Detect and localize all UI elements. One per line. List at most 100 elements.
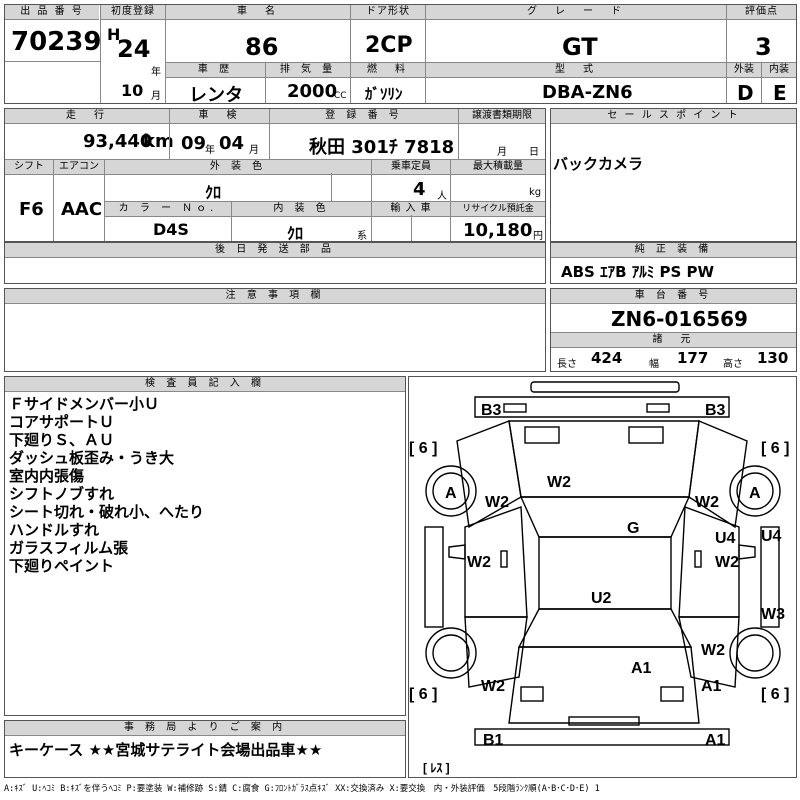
ext-color: ｸﾛ: [205, 183, 222, 202]
taillight-right: [660, 686, 684, 702]
grade: GT: [562, 33, 598, 61]
windshield: [519, 496, 691, 538]
equipment-list: ABS ｴｱB ｱﾙﾐ PS PW: [561, 263, 715, 281]
ac: AAC: [61, 199, 103, 220]
fuel: ｶﾞｿﾘﾝ: [365, 85, 403, 103]
inspector-note: シート切れ・破れ小、へたり: [9, 503, 205, 521]
mark-w2-fender-right: W2: [695, 494, 719, 511]
chassis-number: ZN6-016569: [611, 307, 748, 331]
inspector-note: ガラスフィルム張: [9, 539, 129, 557]
mirror-right: [738, 544, 756, 560]
front-bumper: [474, 396, 730, 418]
legend: A:ｷｽﾞ U:ﾍｺﾐ B:ｷｽﾞを伴うﾍｺﾐ P:要塗装 W:補修跡 S:錆 …: [4, 784, 600, 794]
recycle-unit: 円: [533, 231, 543, 242]
history: レンタ: [189, 85, 243, 106]
exterior-label: 外装: [727, 63, 761, 78]
first-reg-label: 初度登録: [101, 5, 165, 20]
mark-glass-front-right: [ 6 ]: [761, 440, 789, 457]
color-no-label: カ ラ ー Ｎｏ.: [105, 202, 231, 217]
displacement-unit: CC: [334, 91, 347, 101]
front-foglight-left: [503, 403, 527, 413]
inspector-note: ハンドルすれ: [9, 521, 100, 539]
mark-w2-door-left: W2: [467, 554, 491, 571]
inspector-note: 下廻りＳ、ＡＵ: [9, 431, 115, 449]
mark-glass-rear-right: [ 6 ]: [761, 686, 789, 703]
inspection-year: 09: [181, 133, 207, 154]
trunk: [508, 646, 700, 724]
height: 130: [757, 349, 789, 367]
grade-label: グ レ ー ド: [426, 5, 726, 20]
load-label: 最大積載量: [451, 160, 545, 175]
capacity-unit: 人: [437, 191, 447, 202]
capacity: 4: [413, 179, 426, 200]
length: 424: [591, 349, 623, 367]
transfer-month-unit: 月: [497, 147, 507, 158]
score-label: 評価点: [727, 5, 796, 20]
mileage-label: 走 行: [5, 109, 169, 124]
ac-label: エアコン: [54, 160, 104, 175]
int-color-unit: 系: [357, 231, 367, 242]
inspector-notes-list: Ｆサイドメンバー小Ｕ コアサポートＵ 下廻りＳ、ＡＵ ダッシュ板歪み・うき大 室…: [9, 395, 204, 575]
int-color-label: 内 装 色: [232, 202, 371, 217]
car-name-label: 車 名: [166, 5, 350, 20]
mark-w2-fender-left: W2: [485, 494, 509, 511]
spec-panel: 走 行 93,440 km 車 検 09 年 04 月 登 録 番 号 秋田 3…: [4, 108, 546, 243]
int-color: ｸﾛ: [287, 224, 304, 243]
door-handle-right: [694, 550, 702, 568]
office-panel: 事 務 局 よ り ご 案 内 キーケース ★★宮城サテライト会場出品車★★: [4, 720, 406, 778]
caution-label: 注 意 事 項 欄: [5, 289, 545, 304]
inspector-note: ダッシュ板歪み・うき大: [9, 449, 175, 467]
taillight-left: [520, 686, 544, 702]
mark-glass-front-left: [ 6 ]: [409, 440, 437, 457]
mark-b3-right: B3: [705, 402, 726, 419]
damage-diagram-panel: B3 B3 [ 6 ] [ 6 ] A A W2 W2 W2 G U4 U4 W…: [408, 376, 797, 778]
recycle-fee: 10,180: [463, 220, 533, 241]
mark-w3: W3: [761, 606, 785, 623]
car-name: 86: [245, 33, 279, 61]
registration-label: 登 録 番 号: [270, 109, 458, 124]
inspection-label: 車 検: [170, 109, 269, 124]
length-label: 長さ: [557, 359, 577, 370]
mark-w2-door-right: W2: [715, 554, 739, 571]
equipment-panel: 純 正 装 備 ABS ｴｱB ｱﾙﾐ PS PW: [550, 242, 797, 284]
lot-number: 70239: [11, 27, 102, 57]
inspector-note: 下廻りペイント: [9, 557, 115, 575]
wheel-rear-right-inner: [736, 634, 774, 672]
caution-panel: 注 意 事 項 欄: [4, 288, 546, 372]
door-handle-left: [500, 550, 508, 568]
model: DBA-ZN6: [542, 82, 633, 103]
front-foglight-right: [646, 403, 670, 413]
inspector-label: 検 査 員 記 入 欄: [5, 377, 405, 392]
transfer-label: 譲渡書類期限: [459, 109, 545, 124]
mark-rear-glass: [ ﾚｽ ]: [423, 761, 450, 775]
load-unit: kg: [529, 187, 542, 198]
mark-w2-quarter-right: W2: [701, 642, 725, 659]
recycle-label: リサイクル預託金: [451, 202, 545, 217]
inspector-note: コアサポートＵ: [9, 413, 115, 431]
mark-a1-trunk: A1: [631, 660, 652, 677]
header-panel: 出 品 番 号 70239 初度登録 H 24 年 10 月 車 名 86 ドア…: [4, 4, 797, 106]
inspector-note: Ｆサイドメンバー小Ｕ: [9, 395, 160, 413]
mark-a-front-left: A: [445, 485, 457, 502]
height-label: 高さ: [723, 359, 743, 370]
mark-a1-quarter-right: A1: [701, 678, 722, 695]
inspector-note: シフトノブすれ: [9, 485, 115, 503]
later-parts-label: 後 日 発 送 部 品: [5, 243, 545, 258]
lot-label: 出 品 番 号: [5, 5, 99, 20]
car-diagram: B3 B3 [ 6 ] [ 6 ] A A W2 W2 W2 G U4 U4 W…: [409, 381, 789, 775]
inspection-year-unit: 年: [205, 145, 215, 156]
mark-a-front-right: A: [749, 485, 761, 502]
office-note: キーケース ★★宮城サテライト会場出品車★★: [9, 741, 323, 759]
later-parts-panel: 後 日 発 送 部 品: [4, 242, 546, 284]
headlight-left: [524, 426, 560, 444]
model-label: 型 式: [426, 63, 726, 78]
door-type: 2CP: [365, 33, 413, 58]
exterior-grade: D: [737, 81, 754, 105]
office-label: 事 務 局 よ り ご 案 内: [5, 721, 405, 736]
door-label: ドア形状: [351, 5, 425, 20]
rear-window: [517, 608, 693, 648]
equipment-label: 純 正 装 備: [551, 243, 796, 258]
front-bumper-top: [530, 381, 680, 393]
chassis-panel: 車 台 番 号 ZN6-016569 諸 元 長さ 424 幅 177 高さ 1…: [550, 288, 797, 372]
inspector-panel: 検 査 員 記 入 欄 Ｆサイドメンバー小Ｕ コアサポートＵ 下廻りＳ、ＡＵ ダ…: [4, 376, 406, 716]
